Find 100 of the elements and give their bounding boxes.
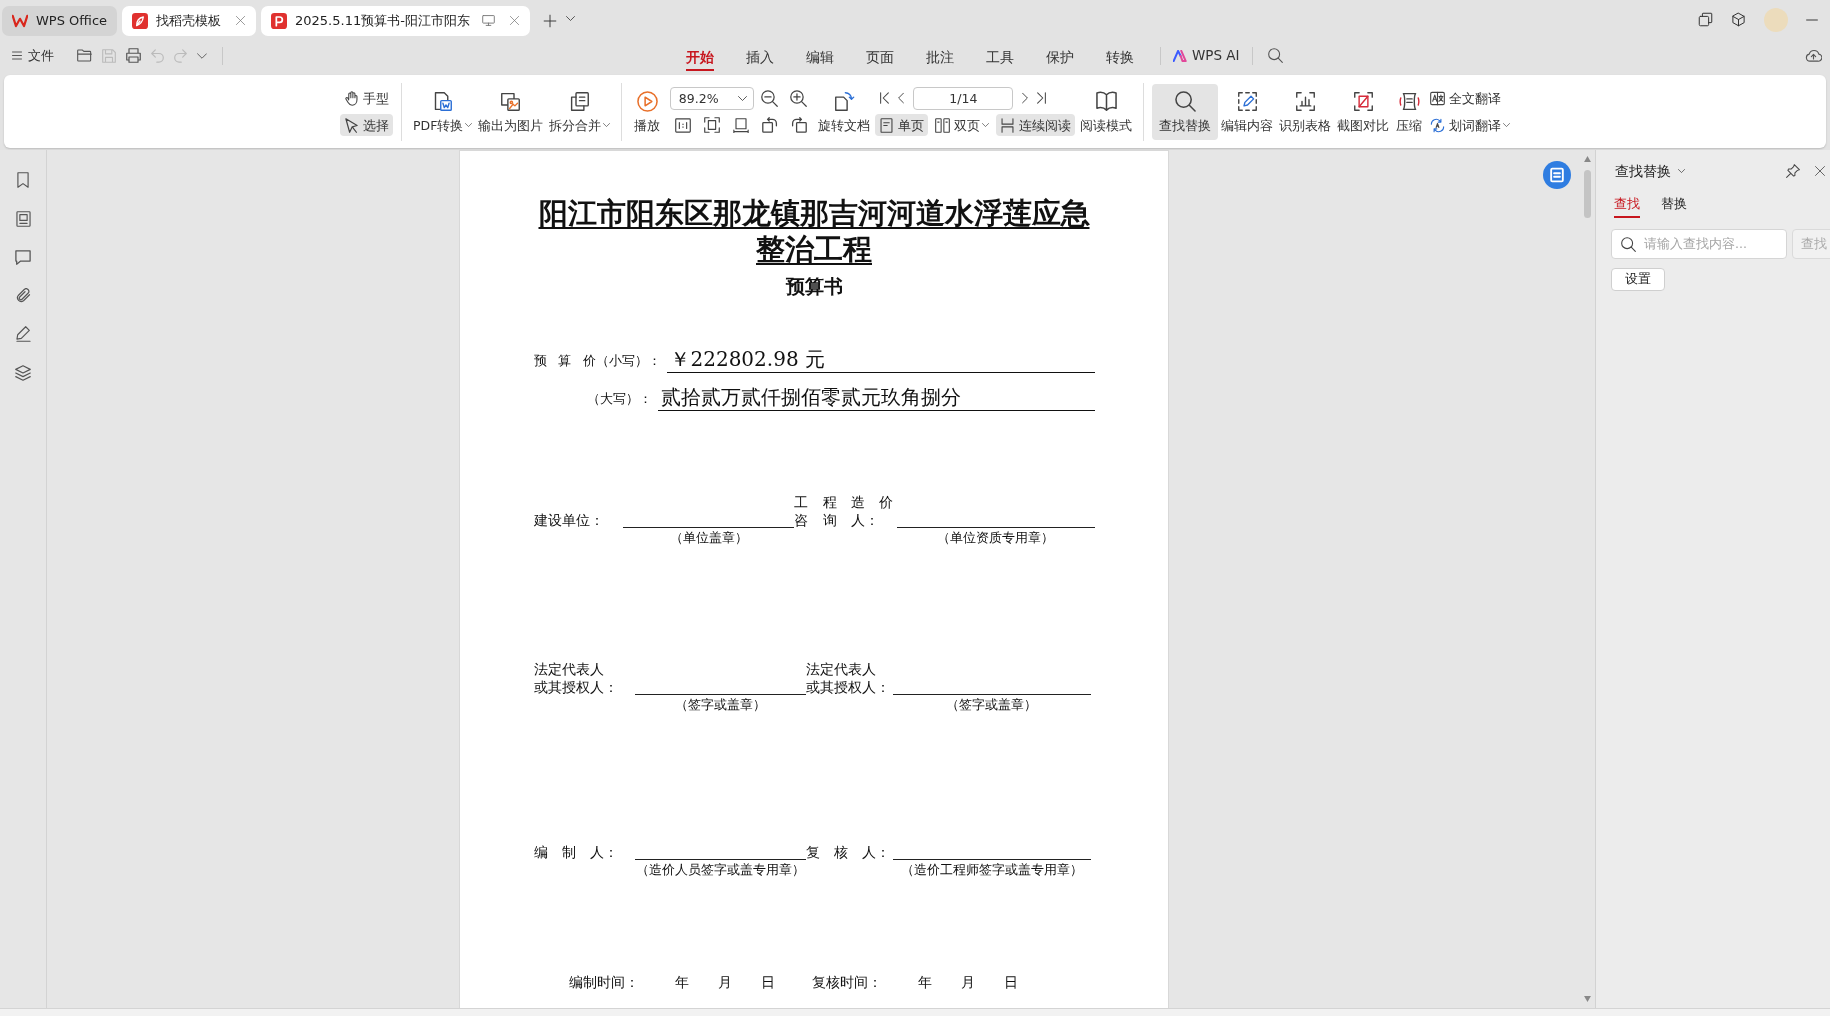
zoom-field[interactable]: 89.2% [669,86,754,110]
rotate-page-icon [833,90,855,112]
reading-mode-button[interactable]: 阅读模式 [1077,83,1136,140]
single-page-button[interactable]: 单页 [875,114,929,136]
ai-button[interactable]: WPS AI [1171,45,1242,66]
file-menu[interactable]: 文件 [8,45,58,66]
translate-icon [1430,90,1446,106]
date-label: 编制时间： [568,973,639,991]
rotate-document-button[interactable]: 旋转文档 [815,83,874,140]
window-tab[interactable]: 2025.5.11预算书-阳江市阳东 [261,5,530,36]
ribbon-tab[interactable]: 页面 [866,43,894,71]
signature-note: （单位资质专用章） [937,529,1054,547]
select-tool-button[interactable]: 选择 [340,114,393,136]
folder-icon[interactable] [77,49,92,62]
signature-label: 复 核 人： [805,843,891,861]
search-icon [1174,90,1196,112]
scrollbar-thumb[interactable] [1584,170,1591,218]
monitor-icon [481,15,495,26]
edit-content-button[interactable]: 编辑内容 [1218,83,1277,140]
double-page-icon [935,117,951,133]
continuous-reading-button[interactable]: 连续阅读 [996,114,1076,136]
translate-word-button[interactable]: 划词翻译 [1426,114,1515,136]
cloud-upload-icon[interactable] [1805,49,1822,62]
comment-icon[interactable] [15,250,31,265]
translate-arrows-icon [1430,117,1446,133]
pdf-convert-button[interactable]: PDF转换 [410,83,476,140]
rotate-right-icon[interactable] [790,117,807,133]
search-field[interactable]: 请输入查找内容... [1611,228,1787,259]
image-export-icon [500,90,522,112]
signature-label: 咨 询 人： [794,511,881,529]
rotate-left-icon[interactable] [761,117,778,133]
last-page-icon[interactable] [1037,92,1047,104]
signature-label: 工 程 造 价 [794,493,894,511]
cube-icon[interactable] [1731,12,1746,27]
signature-pen-icon[interactable] [15,326,31,342]
page-number-field[interactable]: 1/14 [913,86,1014,110]
ribbon-tab[interactable]: 批注 [926,43,954,71]
fit-page-icon[interactable] [703,117,720,133]
next-page-icon[interactable] [1022,92,1029,104]
date-unit: 月 [960,973,975,991]
signature-note: （签字或盖章） [946,696,1037,714]
bookmark-icon[interactable] [16,172,30,188]
close-icon[interactable] [1814,165,1826,178]
play-button[interactable]: 播放 [630,83,665,140]
panel-tab[interactable]: 查找 [1614,196,1640,218]
compress-icon [1398,90,1420,112]
window-tab[interactable]: 找稻壳模板 [122,5,257,36]
close-icon[interactable] [508,15,520,26]
minimize-icon[interactable] [1806,18,1818,21]
signature-label: 法定代表人 [533,660,605,678]
date-unit: 年 [674,973,689,991]
screenshot-compare-button[interactable]: 截图对比 [1334,83,1393,140]
signature-label: 建设单位： [533,511,605,529]
continuous-pages-icon [1000,117,1016,133]
ribbon-tab[interactable]: 工具 [986,43,1014,71]
thumbnail-icon[interactable] [15,211,31,227]
translate-document-button[interactable]: 全文翻译 [1426,87,1506,109]
split-merge-button[interactable]: 拆分合并 [546,83,614,140]
panel-tab[interactable]: 替换 [1661,196,1687,218]
document-convert-icon [432,90,454,112]
chevron-down-icon[interactable] [197,52,207,59]
close-icon[interactable] [235,15,247,26]
compress-button[interactable]: 压缩 [1392,83,1427,140]
settings-button[interactable]: 设置 [1611,267,1665,291]
layers-icon[interactable] [15,365,31,381]
ribbon-tab[interactable]: 开始 [686,43,714,71]
scroll-down-icon[interactable] [1584,996,1591,1002]
chevron-down-icon[interactable] [565,16,575,21]
ribbon-tab[interactable]: 插入 [746,43,774,71]
export-image-button[interactable]: 输出为图片 [475,83,547,140]
window-restore-icon[interactable] [1698,12,1713,27]
caret-down-icon [982,123,990,127]
paperclip-icon[interactable] [15,288,31,303]
fit-width-icon[interactable] [732,117,749,133]
search-icon [1621,236,1636,252]
single-page-icon [879,117,895,133]
ribbon-tab[interactable]: 保护 [1046,43,1074,71]
double-page-button[interactable]: 双页 [931,114,994,136]
search-icon[interactable] [1267,48,1283,63]
first-page-icon[interactable] [880,92,890,104]
print-icon[interactable] [126,48,141,63]
scroll-up-icon[interactable] [1584,156,1591,162]
pin-icon[interactable] [1786,164,1800,179]
ribbon-tab[interactable]: 转换 [1106,43,1134,71]
book-icon [1095,90,1117,112]
amount-line: 贰拾贰万贰仟捌佰零贰元玖角捌分 [657,384,1095,411]
recognize-table-button[interactable]: 识别表格 [1276,83,1335,140]
zoom-in-icon[interactable] [790,89,808,107]
zoom-out-icon[interactable] [761,89,779,107]
floating-document-icon[interactable] [1543,161,1571,189]
actual-size-icon[interactable] [674,117,691,133]
find-replace-button[interactable]: 查找替换 [1152,83,1219,140]
signature-label: 编 制 人： [533,843,620,861]
ribbon-tab[interactable]: 编辑 [806,43,834,71]
hand-tool-button[interactable]: 手型 [340,87,393,109]
leaf-logo-icon [132,12,149,29]
date-unit: 年 [917,973,932,991]
document-title: 阳江市阳东区那龙镇那吉河河道水浮莲应急整治工程 [537,195,1091,267]
panel-title-dropdown[interactable]: 查找替换 [1611,163,1685,180]
previous-page-icon[interactable] [898,92,905,104]
